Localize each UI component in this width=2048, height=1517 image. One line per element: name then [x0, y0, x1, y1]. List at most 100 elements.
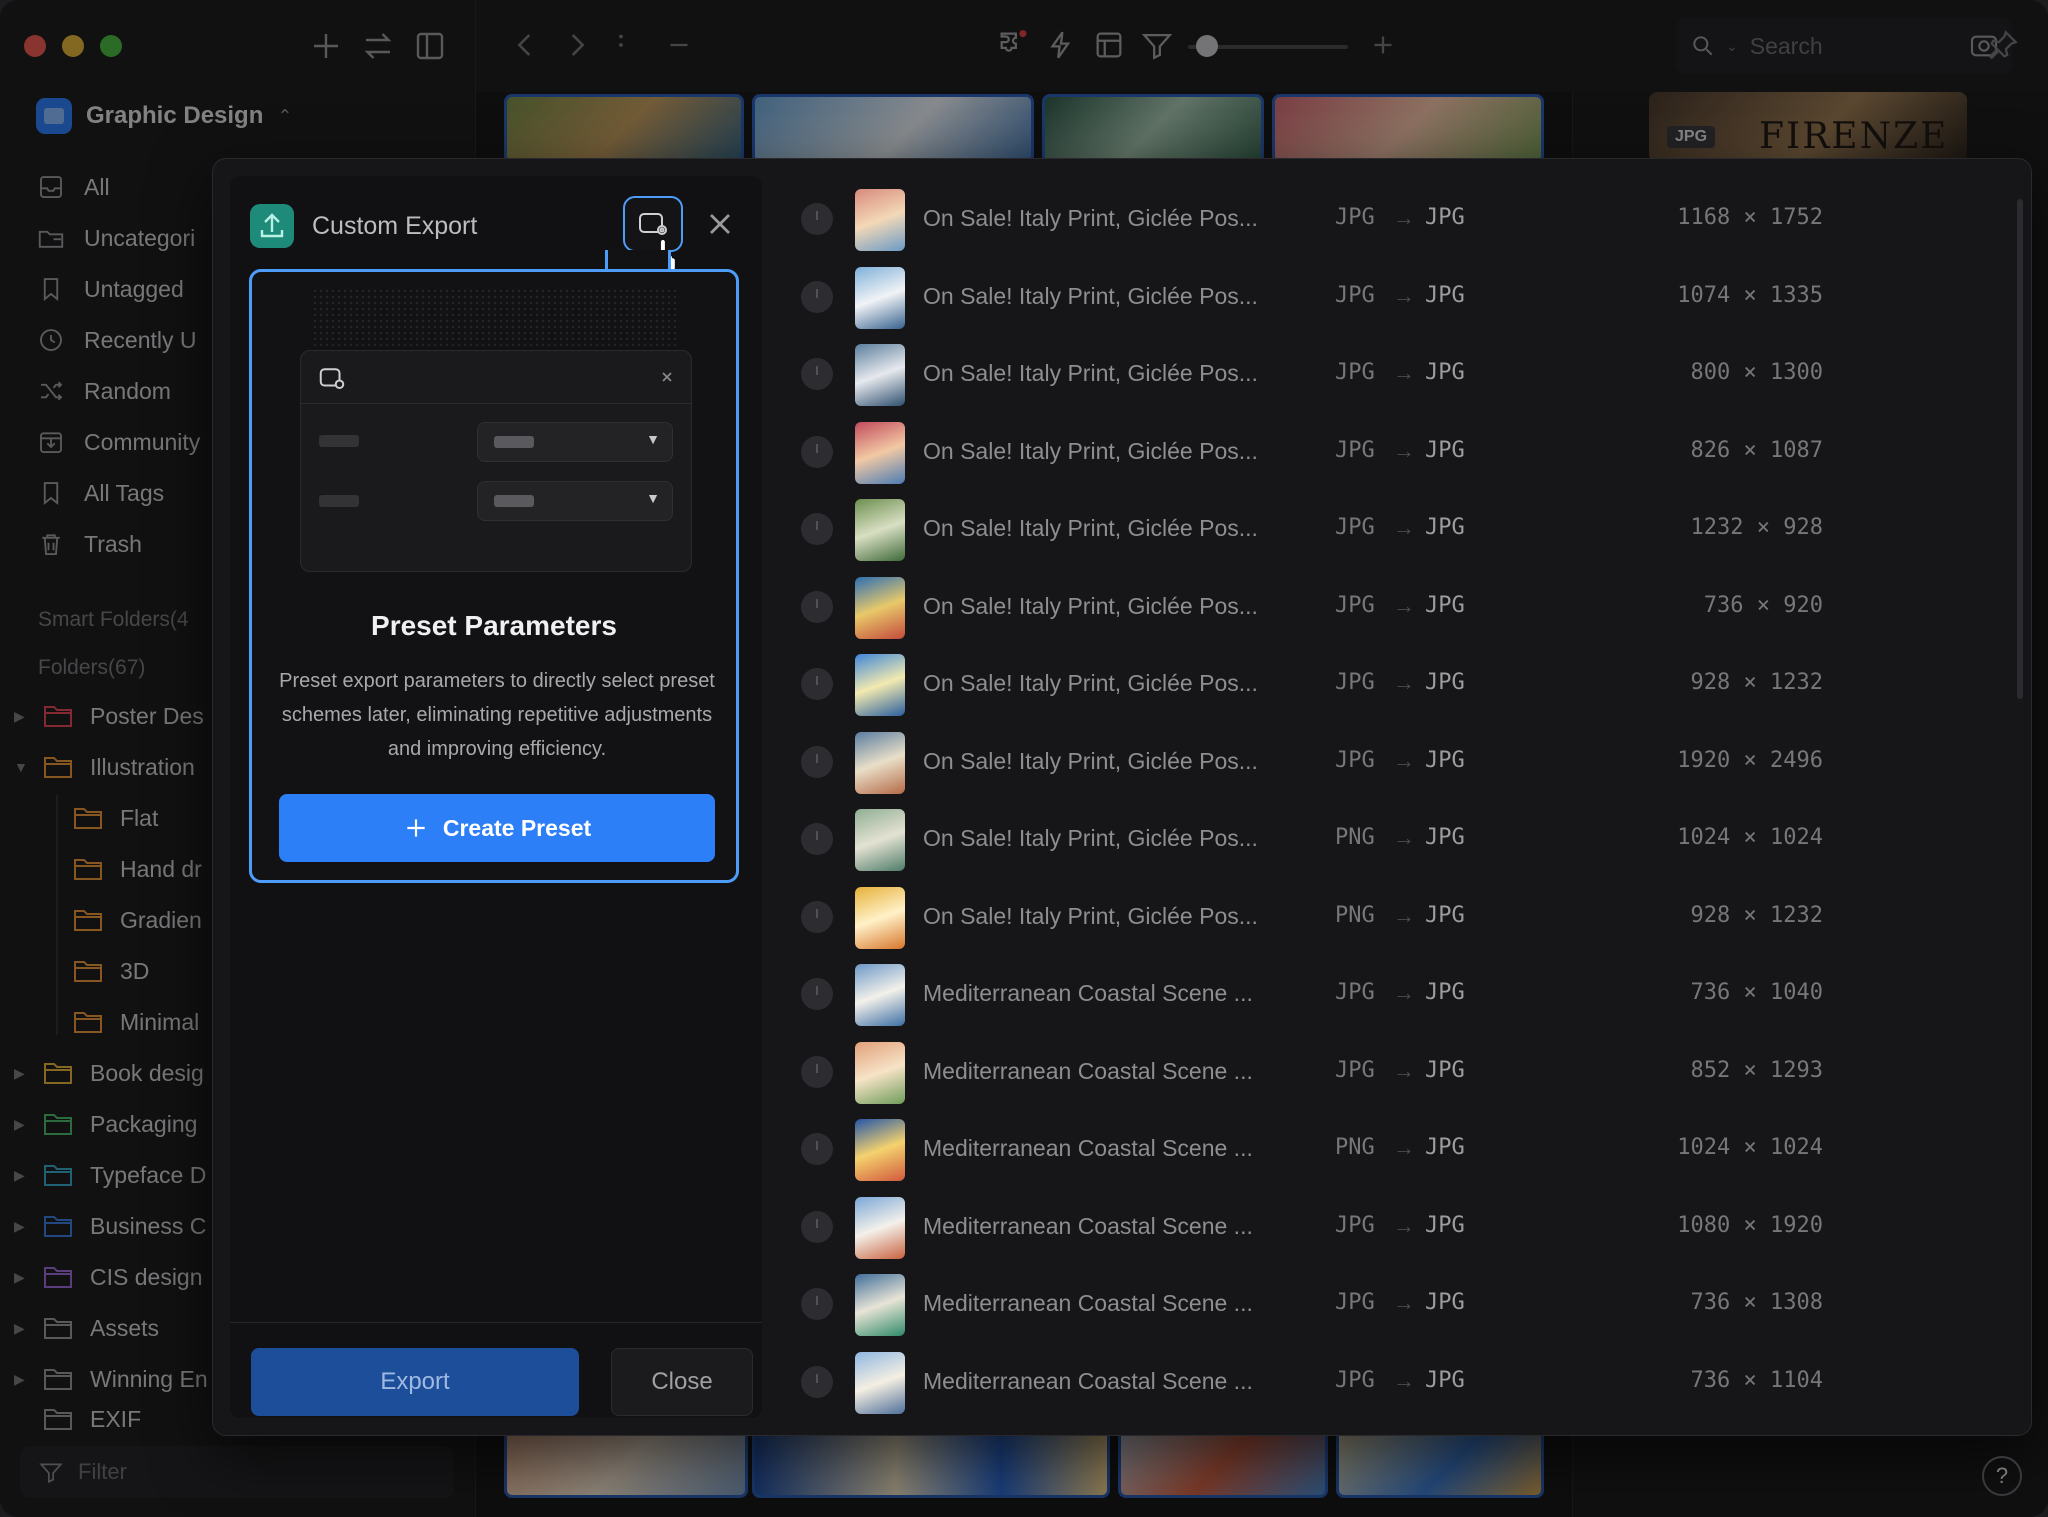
file-name: Mediterranean Coastal Scene ...	[923, 1367, 1253, 1394]
file-row[interactable]: On Sale! Italy Print, Giclée Pos... JPG → J…	[787, 336, 2031, 414]
source-format: JPG	[1335, 1057, 1375, 1083]
arrow-right-icon: →	[1393, 1212, 1415, 1238]
image-dimensions: 928 × 1232	[1690, 670, 1823, 695]
source-format: PNG	[1335, 902, 1375, 928]
file-thumbnail	[855, 499, 905, 561]
preset-settings-button[interactable]	[623, 196, 683, 276]
file-name: Mediterranean Coastal Scene ...	[923, 1290, 1253, 1316]
target-format[interactable]: JPG	[1425, 670, 1465, 695]
clock-icon	[801, 1133, 833, 1165]
placeholder-label	[319, 435, 359, 447]
file-thumbnail	[855, 266, 905, 329]
file-thumbnail	[855, 1351, 905, 1414]
file-thumbnail	[855, 421, 905, 484]
file-row[interactable]: On Sale! Italy Print, Giclée Pos... JPG → J…	[787, 181, 2031, 259]
file-name: Mediterranean Coastal Scene ...	[923, 1212, 1253, 1239]
help-button[interactable]: ?	[1982, 1456, 2022, 1496]
clock-icon	[801, 513, 833, 545]
clock-icon	[801, 668, 833, 700]
file-row[interactable]: Mediterranean Coastal Scene ... JPG → JPG 85…	[787, 1034, 2031, 1112]
target-format[interactable]: JPG	[1425, 593, 1465, 618]
source-format: JPG	[1335, 282, 1375, 308]
arrow-right-icon: →	[1393, 205, 1415, 230]
arrow-right-icon: →	[1393, 360, 1415, 385]
file-row[interactable]: On Sale! Italy Print, Giclée Pos... PNG → J…	[787, 879, 2031, 957]
export-settings-panel: Custom Export ▼ ▼ Preset Parameters Pres…	[230, 176, 762, 1418]
clock-icon	[801, 203, 833, 235]
file-row[interactable]: Mediterranean Coastal Scene ... PNG → JPG 10…	[787, 1111, 2031, 1189]
target-format[interactable]: JPG	[1425, 825, 1465, 850]
file-name: On Sale! Italy Print, Giclée Pos...	[923, 592, 1258, 619]
source-format: PNG	[1335, 825, 1375, 850]
target-format[interactable]: JPG	[1425, 1135, 1465, 1160]
image-dimensions: 800 × 1300	[1690, 360, 1823, 385]
create-preset-label: Create Preset	[442, 814, 592, 841]
arrow-right-icon: →	[1393, 437, 1415, 463]
file-name: On Sale! Italy Print, Giclée Pos...	[923, 670, 1258, 696]
image-dimensions: 1024 × 1024	[1677, 1135, 1823, 1160]
image-dimensions: 736 × 920	[1703, 592, 1823, 618]
file-row[interactable]: On Sale! Italy Print, Giclée Pos... JPG → J…	[787, 414, 2031, 492]
image-dimensions: 1024 × 1024	[1677, 825, 1823, 850]
close-icon[interactable]	[702, 206, 738, 242]
export-button[interactable]: Export	[251, 1348, 579, 1416]
file-thumbnail	[855, 189, 905, 251]
target-format[interactable]: JPG	[1425, 283, 1465, 308]
file-row[interactable]: Mediterranean Coastal Scene ... JPG → JPG 10…	[787, 1189, 2031, 1267]
source-format: JPG	[1335, 1290, 1375, 1315]
arrow-right-icon: →	[1393, 902, 1415, 928]
source-format: JPG	[1335, 360, 1375, 385]
file-row[interactable]: On Sale! Italy Print, Giclée Pos... JPG → J…	[787, 569, 2031, 647]
target-format[interactable]: JPG	[1425, 205, 1465, 230]
file-row[interactable]: Mediterranean Coastal Scene ... JPG → JPG 73…	[787, 1266, 2031, 1344]
source-format: JPG	[1335, 1367, 1375, 1393]
target-format[interactable]: JPG	[1425, 515, 1465, 540]
arrow-right-icon: →	[1393, 747, 1415, 773]
create-preset-button[interactable]: Create Preset	[279, 794, 715, 862]
image-dimensions: 1920 × 2496	[1677, 747, 1823, 773]
file-thumbnail	[855, 654, 905, 716]
custom-export-dialog: Custom Export ▼ ▼ Preset Parameters Pres…	[212, 158, 2032, 1436]
image-dimensions: 736 × 1040	[1690, 980, 1823, 1005]
clock-icon	[801, 1210, 833, 1243]
file-name: On Sale! Italy Print, Giclée Pos...	[923, 437, 1258, 464]
file-thumbnail	[855, 809, 905, 871]
target-format[interactable]: JPG	[1425, 980, 1465, 1005]
target-format[interactable]: JPG	[1425, 1058, 1465, 1083]
file-thumbnail	[855, 1274, 905, 1336]
target-format[interactable]: JPG	[1425, 1290, 1465, 1315]
file-thumbnail	[855, 964, 905, 1026]
source-format: JPG	[1335, 437, 1375, 463]
target-format[interactable]: JPG	[1425, 438, 1465, 463]
arrow-right-icon: →	[1393, 670, 1415, 695]
file-row[interactable]: On Sale! Italy Print, Giclée Pos... JPG → J…	[787, 259, 2031, 337]
caret-down-icon: ▼	[646, 431, 660, 447]
export-file-list: On Sale! Italy Print, Giclée Pos... JPG → J…	[787, 159, 2031, 1435]
file-row[interactable]: On Sale! Italy Print, Giclée Pos... JPG → J…	[787, 491, 2031, 569]
arrow-right-icon: →	[1393, 515, 1415, 540]
file-row[interactable]: Mediterranean Coastal Scene ... JPG → JPG 73…	[787, 956, 2031, 1034]
popover-description: Preset export parameters to directly sel…	[279, 670, 715, 760]
target-format[interactable]: JPG	[1425, 748, 1465, 773]
file-row[interactable]: On Sale! Italy Print, Giclée Pos... JPG → J…	[787, 646, 2031, 724]
app-window: Graphic Design ⌃ All Uncategori Untagged Re…	[0, 0, 2048, 1517]
clock-icon	[801, 978, 833, 1010]
target-format[interactable]: JPG	[1425, 1368, 1465, 1393]
clock-icon	[801, 590, 833, 623]
target-format[interactable]: JPG	[1425, 903, 1465, 928]
file-row[interactable]: Mediterranean Coastal Scene ... JPG → JPG 73…	[787, 1344, 2031, 1422]
plus-icon	[407, 819, 425, 837]
image-dimensions: 736 × 1308	[1690, 1290, 1823, 1315]
close-button[interactable]: Close	[611, 1348, 753, 1416]
file-row[interactable]: On Sale! Italy Print, Giclée Pos... PNG → J…	[787, 801, 2031, 879]
close-icon	[662, 372, 672, 382]
source-format: JPG	[1335, 515, 1375, 540]
placeholder-select: ▼	[477, 422, 673, 462]
arrow-right-icon: →	[1393, 592, 1415, 618]
target-format[interactable]: JPG	[1425, 360, 1465, 385]
clock-icon	[801, 1055, 833, 1088]
target-format[interactable]: JPG	[1425, 1213, 1465, 1238]
file-thumbnail	[855, 731, 905, 794]
file-row[interactable]: On Sale! Italy Print, Giclée Pos... JPG → J…	[787, 724, 2031, 802]
image-dimensions: 1074 × 1335	[1677, 282, 1823, 308]
